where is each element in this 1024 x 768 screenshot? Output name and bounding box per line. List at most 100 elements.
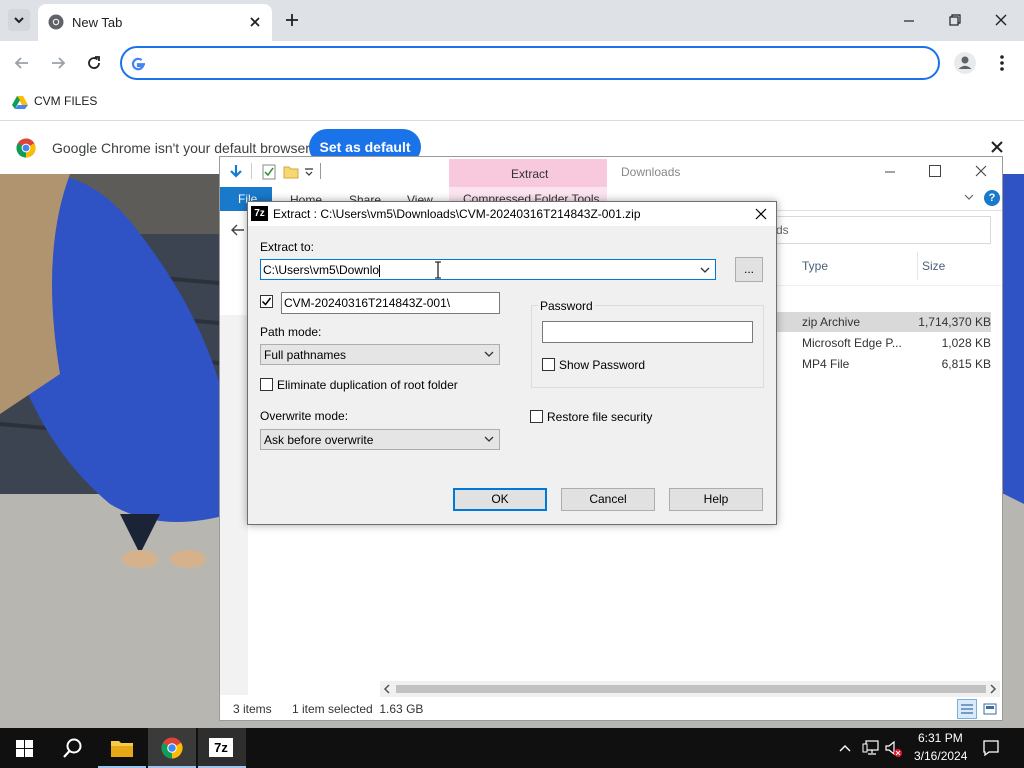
- horizontal-scrollbar[interactable]: [380, 681, 1000, 697]
- scrollbar-thumb[interactable]: [396, 685, 986, 693]
- table-row[interactable]: Microsoft Edge P... 1,028 KB: [776, 333, 991, 353]
- table-row[interactable]: MP4 File 6,815 KB: [776, 354, 991, 374]
- help-icon[interactable]: ?: [984, 190, 1000, 206]
- extract-to-combobox[interactable]: C:\Users\vm5\Downlo: [260, 259, 716, 280]
- explorer-maximize-icon[interactable]: [928, 164, 942, 178]
- show-password-label: Show Password: [559, 358, 646, 372]
- scroll-left-icon[interactable]: [382, 684, 392, 694]
- explorer-minimize-icon[interactable]: [883, 165, 897, 179]
- search-box[interactable]: ds: [773, 216, 991, 244]
- overwrite-mode-label: Overwrite mode:: [260, 409, 349, 423]
- chrome-logo-icon: [16, 138, 36, 158]
- address-bar[interactable]: [120, 46, 940, 80]
- restore-security-label: Restore file security: [547, 410, 653, 424]
- tab-search-button[interactable]: [8, 9, 30, 31]
- search-icon: [63, 738, 82, 758]
- help-button[interactable]: Help: [669, 488, 763, 511]
- qat-divider-2: [320, 163, 321, 179]
- subfolder-name-input[interactable]: CVM-20240316T214843Z-001\: [281, 292, 500, 314]
- chevron-down-icon: [484, 351, 494, 357]
- password-input[interactable]: [542, 321, 753, 343]
- chrome-logo-icon: [161, 737, 183, 759]
- column-type[interactable]: Type: [802, 259, 828, 273]
- column-header-divider: [776, 285, 1002, 286]
- sevenzip-taskbar-button[interactable]: 7z: [198, 728, 246, 768]
- chevron-down-icon: [14, 17, 24, 24]
- close-infobar-icon[interactable]: [990, 140, 1004, 154]
- ribbon-expand-icon[interactable]: [963, 193, 975, 203]
- chrome-taskbar-button[interactable]: [148, 728, 196, 768]
- overwrite-mode-select[interactable]: Ask before overwrite: [260, 429, 500, 450]
- properties-icon[interactable]: [262, 164, 276, 180]
- password-group-label: Password: [538, 299, 595, 313]
- sevenzip-logo-icon: 7z: [209, 738, 233, 757]
- file-explorer-taskbar-button[interactable]: [98, 728, 146, 768]
- close-window-icon[interactable]: [994, 13, 1008, 27]
- row-size: 1,028 KB: [941, 336, 991, 350]
- minimize-icon[interactable]: [902, 14, 916, 28]
- row-size: 6,815 KB: [941, 357, 991, 371]
- bookmark-cvm-files[interactable]: CVM FILES: [10, 91, 100, 115]
- extract-dialog: 7z Extract : C:\Users\vm5\Downloads\CVM-…: [247, 201, 777, 525]
- download-arrow-icon: [230, 165, 242, 178]
- file-list-header: Type Size: [776, 252, 1002, 282]
- explorer-back-icon[interactable]: [230, 223, 246, 237]
- back-icon[interactable]: [13, 54, 31, 72]
- network-icon[interactable]: [862, 740, 880, 756]
- clock-date[interactable]: 3/16/2024: [914, 749, 967, 763]
- subfolder-checkbox[interactable]: [260, 295, 273, 308]
- tab-title: New Tab: [72, 15, 123, 30]
- eliminate-duplication-checkbox[interactable]: [260, 378, 273, 391]
- extract-to-value: C:\Users\vm5\Downlo: [263, 263, 380, 277]
- volume-muted-icon[interactable]: [884, 740, 904, 758]
- show-password-checkbox[interactable]: [542, 358, 555, 371]
- dialog-close-icon[interactable]: [754, 207, 768, 221]
- explorer-statusbar: 3 items 1 item selected 1.63 GB: [220, 698, 1002, 720]
- new-tab-icon[interactable]: [284, 12, 300, 28]
- google-g-icon: [131, 57, 145, 71]
- show-hidden-icons-icon[interactable]: [838, 742, 852, 754]
- row-type: Microsoft Edge P...: [802, 336, 902, 350]
- explorer-close-icon[interactable]: [974, 164, 988, 178]
- text-caret: [379, 264, 381, 277]
- large-icons-view-icon[interactable]: [982, 701, 998, 717]
- clock-time[interactable]: 6:31 PM: [918, 731, 963, 745]
- forward-icon[interactable]: [49, 54, 67, 72]
- close-tab-icon[interactable]: [248, 15, 262, 29]
- ibeam-cursor-icon: [435, 261, 441, 279]
- details-view-button[interactable]: [957, 699, 977, 719]
- address-input[interactable]: [152, 52, 892, 74]
- more-menu-icon[interactable]: [992, 53, 1012, 73]
- browse-button[interactable]: ...: [735, 257, 763, 282]
- navigation-pane[interactable]: [220, 315, 248, 695]
- column-divider[interactable]: [917, 252, 918, 280]
- google-drive-icon: [12, 96, 28, 109]
- restore-security-checkbox[interactable]: [530, 410, 543, 423]
- restore-icon[interactable]: [948, 13, 962, 27]
- password-groupbox: [531, 305, 764, 388]
- cancel-button[interactable]: Cancel: [561, 488, 655, 511]
- notification-center-icon[interactable]: [982, 739, 1000, 757]
- profile-avatar[interactable]: [954, 52, 976, 74]
- row-size: 1,714,370 KB: [918, 315, 991, 329]
- table-row[interactable]: zip Archive 1,714,370 KB: [776, 312, 991, 332]
- ok-button[interactable]: OK: [453, 488, 547, 511]
- qat-divider: [251, 163, 252, 179]
- path-mode-select[interactable]: Full pathnames: [260, 344, 500, 365]
- path-mode-label: Path mode:: [260, 325, 322, 339]
- explorer-titlebar: Extract Downloads: [220, 157, 1002, 187]
- taskbar: 7z 6:31 PM 3/16/2024: [0, 728, 1024, 768]
- qat-dropdown-icon[interactable]: [304, 167, 314, 177]
- reload-icon[interactable]: [85, 54, 103, 72]
- new-folder-icon[interactable]: [283, 164, 299, 180]
- bookmarks-bar: CVM FILES: [0, 85, 1024, 121]
- checkmark-icon: [261, 297, 272, 306]
- column-size[interactable]: Size: [922, 259, 945, 273]
- extract-ribbon-label: Extract: [449, 159, 607, 187]
- search-taskbar-button[interactable]: [48, 728, 96, 768]
- scroll-right-icon[interactable]: [988, 684, 998, 694]
- person-icon: [958, 56, 972, 69]
- start-button[interactable]: [0, 728, 48, 768]
- tab-new-tab[interactable]: New Tab: [38, 4, 272, 41]
- chevron-down-icon[interactable]: [699, 265, 711, 275]
